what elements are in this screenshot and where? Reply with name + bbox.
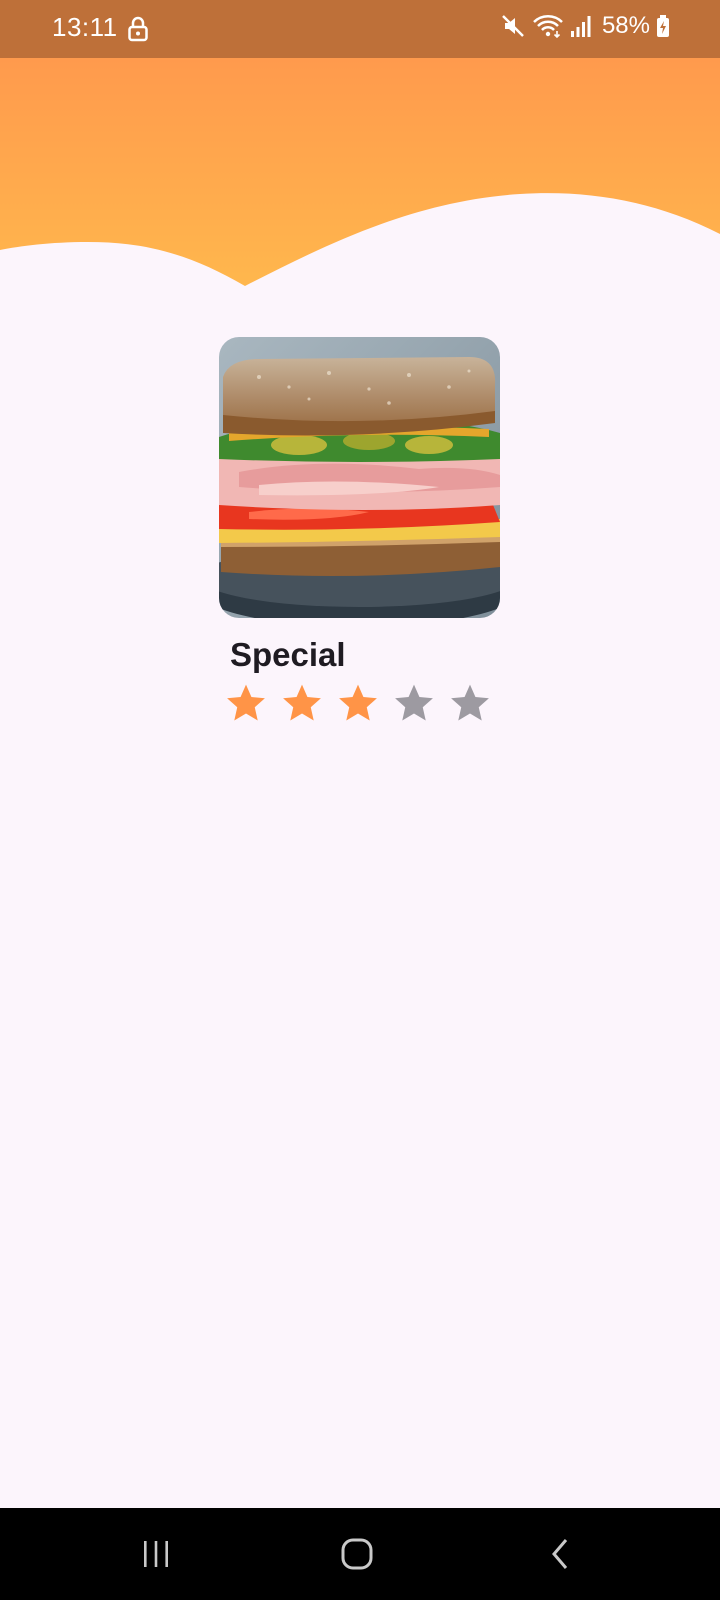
battery-level: 58% <box>601 12 650 39</box>
home-button[interactable] <box>297 1508 417 1600</box>
signal-icon <box>570 16 591 37</box>
star-filled-icon[interactable] <box>225 682 267 724</box>
header-wave-background <box>0 58 720 286</box>
home-icon <box>341 1538 373 1570</box>
star-empty-icon[interactable] <box>393 682 435 724</box>
system-navigation-bar <box>0 1508 720 1600</box>
mute-icon <box>502 15 524 37</box>
wifi-icon <box>533 15 563 39</box>
recent-apps-icon <box>144 1541 168 1567</box>
battery-charging-icon <box>657 15 669 37</box>
item-title: Special <box>230 636 346 673</box>
status-icons: 58% <box>500 12 670 40</box>
back-button[interactable] <box>500 1508 620 1600</box>
rating-stars[interactable] <box>225 682 500 724</box>
lock-icon <box>128 16 148 42</box>
status-bar: 13:11 58% <box>0 0 720 58</box>
star-empty-icon[interactable] <box>449 682 491 724</box>
sandwich-image <box>219 337 500 618</box>
star-filled-icon[interactable] <box>281 682 323 724</box>
star-filled-icon[interactable] <box>337 682 379 724</box>
recent-apps-button[interactable] <box>96 1508 216 1600</box>
item-card[interactable]: Special <box>219 337 500 724</box>
status-time: 13:11 <box>52 12 118 42</box>
back-icon <box>552 1539 568 1569</box>
